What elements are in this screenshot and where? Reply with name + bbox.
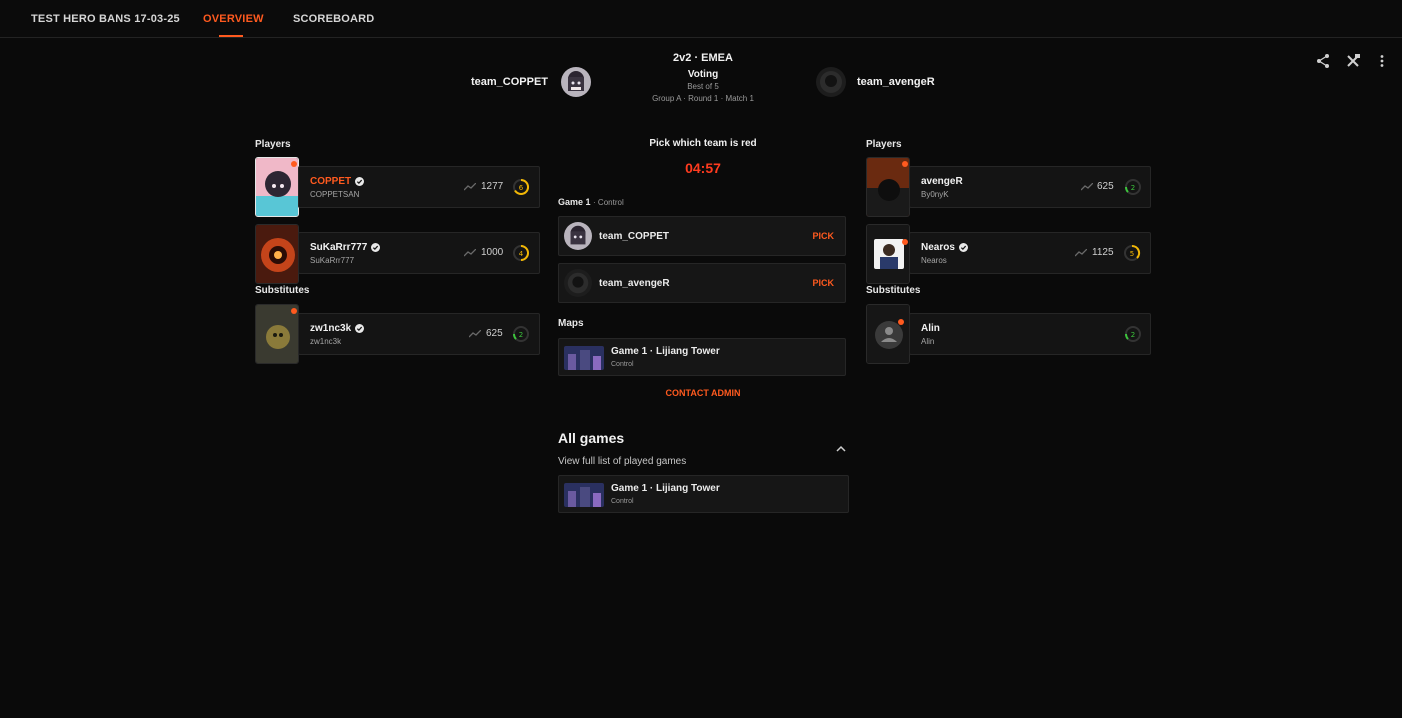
team-right-avatar[interactable] (816, 67, 846, 97)
map-title: Game 1 · Lijiang Tower (611, 346, 720, 357)
tools-icon[interactable] (1345, 53, 1361, 69)
player-rating: 1000 (481, 247, 504, 258)
game-card[interactable]: Game 1 · Lijiang Tower Control (558, 475, 849, 513)
player-row[interactable]: zw1nc3k zw1nc3k 625 2 (298, 313, 540, 355)
tab-event[interactable]: TEST HERO BANS 17-03-25 (31, 13, 180, 25)
team-pick-option[interactable]: team_COPPET PICK (558, 216, 846, 256)
svg-text:4: 4 (519, 250, 524, 258)
match-status: Voting (687, 69, 719, 80)
left-players-title: Players (255, 139, 291, 150)
player-card-image[interactable] (255, 157, 299, 217)
team-avatar (564, 222, 592, 250)
player-card-image[interactable] (866, 157, 910, 217)
pick-button[interactable]: PICK (812, 278, 834, 288)
svg-text:5: 5 (1130, 250, 1134, 258)
map-card[interactable]: Game 1 · Lijiang Tower Control (558, 338, 846, 376)
player-name: COPPET (310, 176, 365, 187)
player-name: SuKaRrr777 (310, 242, 381, 253)
verified-icon (355, 177, 365, 186)
trend-icon (464, 249, 476, 257)
player-card-image[interactable] (866, 224, 910, 284)
player-rating: 1125 (1092, 247, 1114, 258)
game-title: Game 1 · Lijiang Tower (611, 483, 720, 494)
pick-title: Pick which team is red (649, 138, 757, 149)
game-mode: Control (611, 498, 634, 505)
player-handle: Nearos (921, 256, 947, 265)
trend-icon (1075, 249, 1087, 257)
map-thumbnail (564, 346, 604, 370)
more-vertical-icon[interactable] (1374, 53, 1390, 69)
team-name: team_avengeR (599, 278, 670, 289)
tab-scoreboard[interactable]: SCOREBOARD (293, 13, 374, 25)
verified-icon (371, 243, 381, 252)
match-format: 2v2 · EMEA (673, 52, 733, 64)
tab-overview[interactable]: OVERVIEW (203, 13, 264, 25)
best-of: Best of 5 (687, 82, 719, 91)
active-tab-indicator (219, 35, 243, 37)
trend-icon (469, 330, 481, 338)
verified-icon (355, 324, 365, 333)
svg-text:2: 2 (1131, 184, 1135, 192)
player-handle: Alin (921, 337, 935, 346)
match-info: 2v2 · EMEA Voting Best of 5 Group A · Ro… (603, 52, 803, 103)
player-rating: 1277 (481, 181, 504, 192)
player-row[interactable]: SuKaRrr777 SuKaRrr777 1000 4 (298, 232, 540, 274)
player-row[interactable]: Alin Alin 2 (909, 313, 1151, 355)
player-handle: By0nyK (921, 190, 949, 199)
player-card-image[interactable] (255, 304, 299, 364)
player-name: Nearos (921, 242, 968, 253)
player-rating: 625 (486, 328, 503, 339)
player-card-image[interactable] (866, 304, 910, 364)
player-row[interactable]: COPPET COPPETSAN 1277 6 (298, 166, 540, 208)
player-name: avengeR (921, 176, 963, 187)
share-icon[interactable] (1315, 53, 1331, 69)
game-label: Game 1 · Control (558, 197, 624, 207)
left-subs-title: Substitutes (255, 285, 310, 296)
team-right-name[interactable]: team_avengeR (857, 76, 935, 88)
svg-text:2: 2 (1131, 331, 1135, 339)
trend-icon (1081, 183, 1093, 191)
chevron-up-icon[interactable] (835, 444, 847, 454)
skill-level-icon: 5 (1124, 244, 1141, 261)
player-rating: 625 (1097, 181, 1114, 192)
countdown-timer: 04:57 (685, 160, 721, 176)
player-name: Alin (921, 323, 940, 334)
trend-icon (464, 183, 476, 191)
team-left-avatar[interactable] (561, 67, 591, 97)
skill-level-icon: 2 (1125, 179, 1141, 195)
top-nav: TEST HERO BANS 17-03-25 OVERVIEW SCOREBO… (0, 0, 1402, 38)
player-handle: SuKaRrr777 (310, 256, 355, 265)
maps-title: Maps (558, 318, 584, 329)
right-subs-title: Substitutes (866, 285, 921, 296)
skill-level-icon: 2 (513, 326, 529, 342)
skill-level-icon: 6 (513, 178, 530, 195)
all-games-title: All games (558, 430, 625, 446)
team-left-name[interactable]: team_COPPET (471, 76, 548, 88)
player-name: zw1nc3k (310, 323, 365, 334)
verified-icon (958, 243, 968, 252)
player-handle: zw1nc3k (310, 337, 342, 346)
map-mode: Control (611, 361, 634, 368)
svg-text:2: 2 (519, 331, 523, 339)
svg-text:6: 6 (519, 184, 524, 192)
skill-level-icon: 2 (1125, 326, 1141, 342)
right-players-title: Players (866, 139, 902, 150)
player-handle: COPPETSAN (310, 190, 360, 199)
team-avatar (564, 269, 592, 297)
group-round: Group A · Round 1 · Match 1 (652, 94, 754, 103)
player-card-image[interactable] (255, 224, 299, 284)
team-pick-option[interactable]: team_avengeR PICK (558, 263, 846, 303)
contact-admin-button[interactable]: CONTACT ADMIN (603, 388, 803, 398)
team-name: team_COPPET (599, 231, 670, 242)
player-row[interactable]: Nearos Nearos 1125 5 (909, 232, 1151, 274)
pick-button[interactable]: PICK (812, 231, 834, 241)
map-thumbnail (564, 483, 604, 507)
skill-level-icon: 4 (513, 245, 529, 261)
player-row[interactable]: avengeR By0nyK 625 2 (909, 166, 1151, 208)
all-games-subtitle: View full list of played games (558, 456, 687, 467)
